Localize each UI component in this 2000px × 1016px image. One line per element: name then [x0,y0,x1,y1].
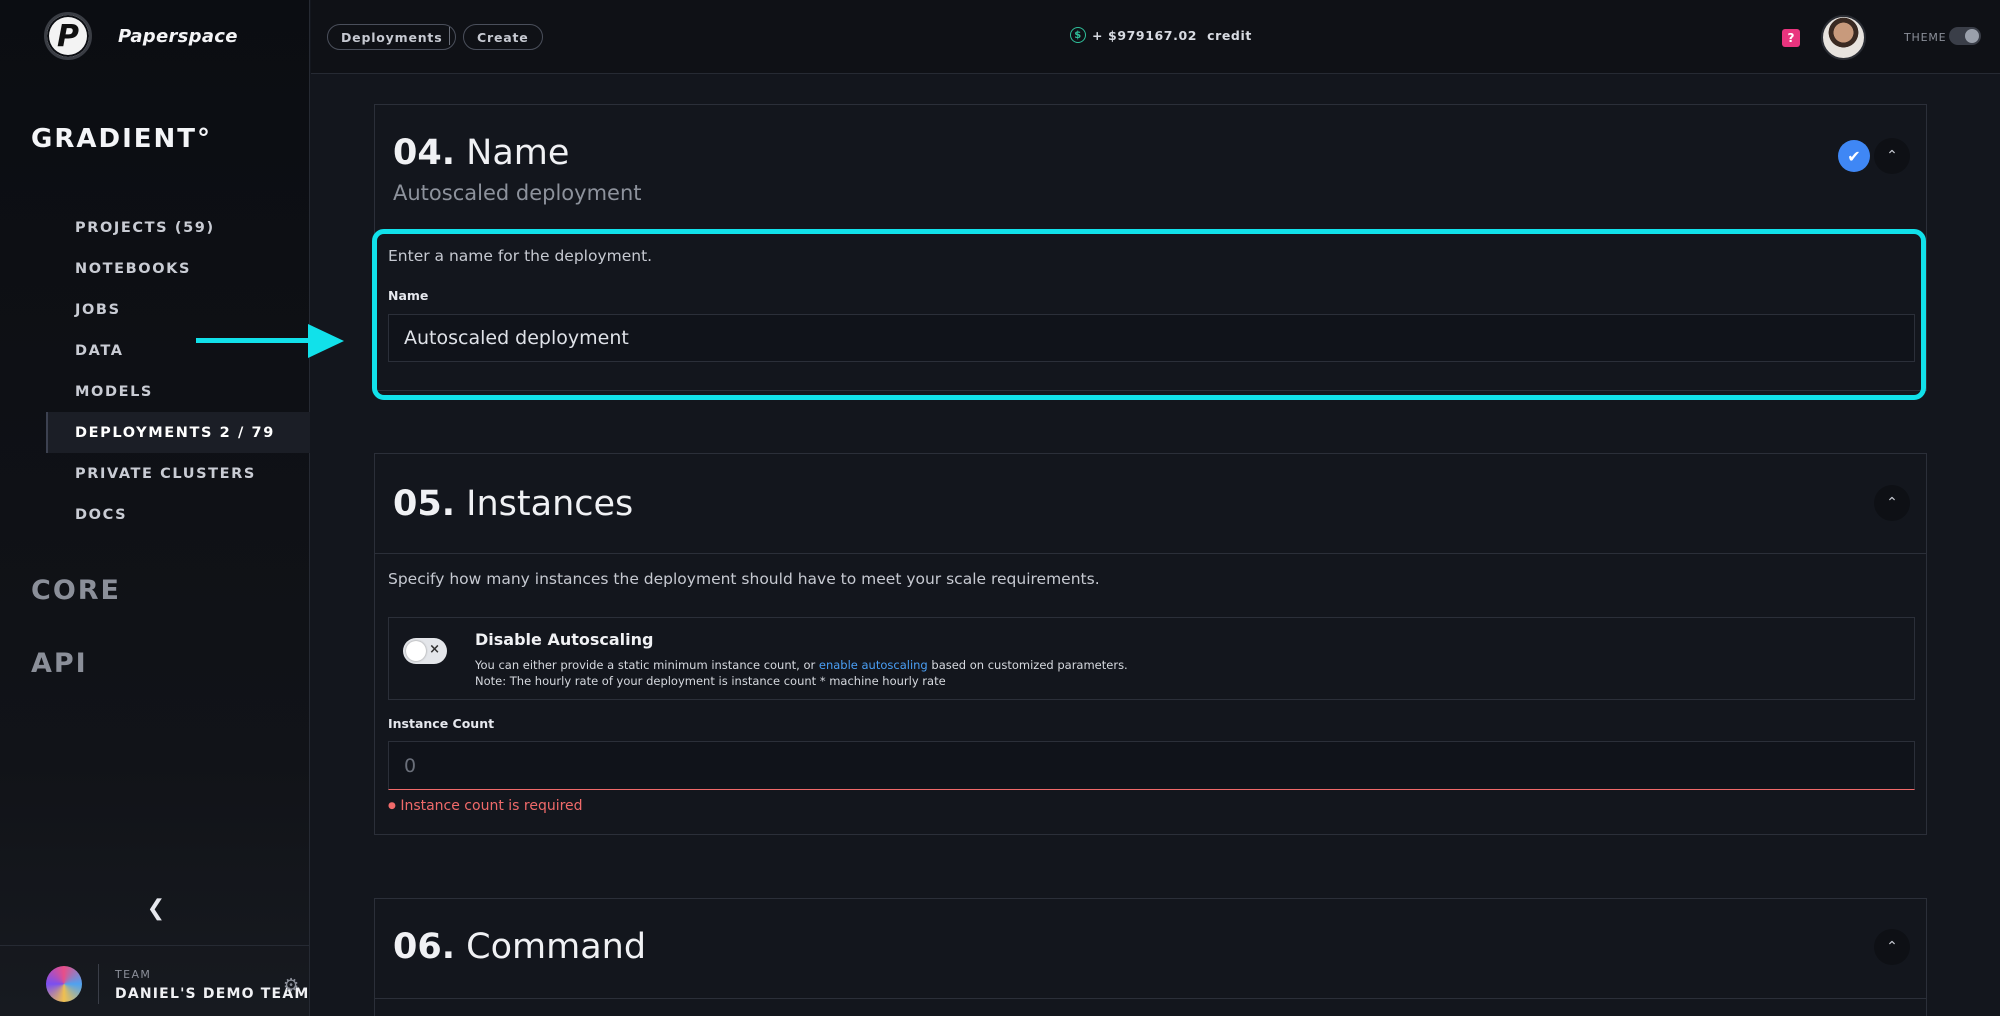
breadcrumb-deployments[interactable]: Deployments [327,24,457,50]
theme-label: THEME [1904,31,1947,44]
toggle-knob [406,641,426,661]
instance-count-error: ● Instance count is required [388,798,583,814]
sidebar-item-data[interactable]: DATA [46,330,310,371]
team-label: TEAM [115,968,152,981]
autoscaling-title: Disable Autoscaling [475,630,654,649]
check-icon: ✔ [1838,140,1870,172]
command-section-header[interactable]: 06. Command ⌃ [375,899,1926,999]
enable-autoscaling-link[interactable]: enable autoscaling [819,658,928,672]
breadcrumb-create[interactable]: Create [463,24,543,50]
sidebar: P Paperspace GRADIENT° PROJECTS (59) NOT… [0,0,310,1016]
main-content: 04. Name Autoscaled deployment ✔ ⌃ Enter… [311,75,2000,1016]
chevron-left-icon[interactable]: ❮ [146,896,166,921]
close-icon: × [429,642,440,657]
autoscaling-text: You can either provide a static minimum … [475,658,1128,672]
sidebar-item-docs[interactable]: DOCS [46,494,310,535]
team-switcher[interactable]: TEAM DANIEL'S DEMO TEAM ⚙ [0,945,310,1016]
theme-toggle[interactable] [1949,27,1981,45]
annotation-arrow-shaft [196,338,311,343]
sidebar-item-models[interactable]: MODELS [46,371,310,412]
gear-icon[interactable]: ⚙ [283,975,299,996]
team-avatar [46,966,82,1002]
chevron-up-icon[interactable]: ⌃ [1874,485,1910,521]
chevron-up-icon[interactable]: ⌃ [1874,138,1910,174]
sidebar-item-jobs[interactable]: JOBS [46,289,310,330]
breadcrumb-separator [449,27,450,45]
sidebar-item-private-clusters[interactable]: PRIVATE CLUSTERS [46,453,310,494]
arrow-right-icon [308,324,344,358]
sidebar-section-api[interactable]: API [31,648,88,679]
paperspace-logo-icon: P [44,12,92,60]
autoscaling-option: × Disable Autoscaling You can either pro… [388,617,1915,700]
instance-count-label: Instance Count [388,716,495,731]
sidebar-nav: PROJECTS (59) NOTEBOOKS JOBS DATA MODELS… [46,207,310,535]
team-divider [98,964,99,1004]
command-section: 06. Command ⌃ [374,898,1927,1016]
instances-description: Specify how many instances the deploymen… [388,570,1100,588]
instances-section: 05. Instances ⌃ Specify how many instanc… [374,453,1927,835]
dollar-icon: $ [1070,27,1086,43]
autoscaling-note: Note: The hourly rate of your deployment… [475,674,946,688]
section-title: 05. Instances [393,484,634,524]
sidebar-item-deployments[interactable]: DEPLOYMENTS 2 / 79 [46,412,310,453]
sidebar-item-projects[interactable]: PROJECTS (59) [46,207,310,248]
section-subtitle: Autoscaled deployment [393,181,642,205]
instances-section-header[interactable]: 05. Instances ⌃ [375,454,1926,554]
credit-amount: + $979167.02 [1092,27,1198,43]
sidebar-item-notebooks[interactable]: NOTEBOOKS [46,248,310,289]
topbar: Deployments Create $ + $979167.02 credit… [311,0,2000,74]
instance-count-input[interactable]: 0 [388,741,1915,790]
brand[interactable]: P Paperspace [44,12,238,60]
autoscaling-toggle[interactable]: × [403,638,447,664]
chevron-up-icon[interactable]: ⌃ [1874,929,1910,965]
product-title[interactable]: GRADIENT° [31,124,212,154]
highlight-box [372,229,1926,400]
help-icon[interactable]: ? [1782,29,1800,47]
brand-name: Paperspace [118,25,238,47]
name-section-header[interactable]: 04. Name Autoscaled deployment ✔ ⌃ [375,105,1926,205]
section-title: 06. Command [393,927,647,967]
team-name: DANIEL'S DEMO TEAM [115,986,310,1002]
sidebar-section-core[interactable]: CORE [31,575,121,606]
user-avatar[interactable] [1821,15,1866,60]
credit-label: credit [1207,27,1252,43]
instance-count-placeholder: 0 [404,754,417,777]
section-title: 04. Name [393,133,570,173]
credit-balance: $ + $979167.02 credit [1070,27,1252,43]
